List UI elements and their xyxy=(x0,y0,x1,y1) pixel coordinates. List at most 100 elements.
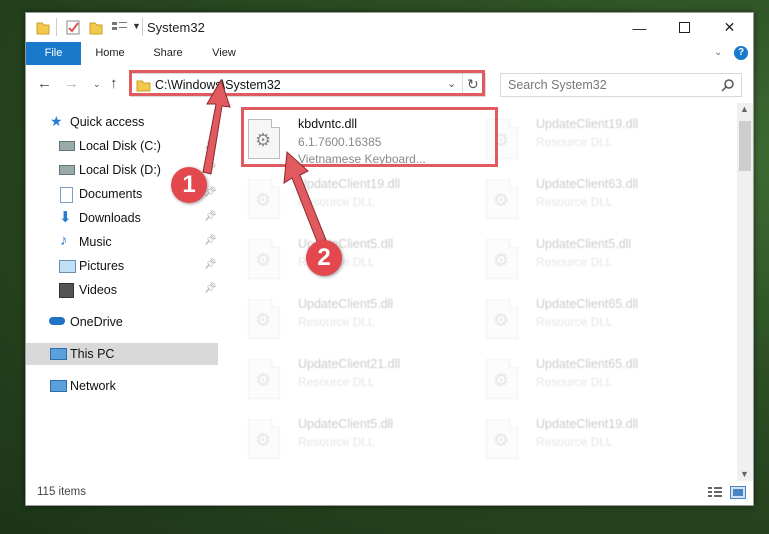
file-type: Resource DLL xyxy=(298,375,375,389)
dll-file-icon: ⚙ xyxy=(486,299,518,339)
file-tile[interactable]: ⚙ UpdateClient5.dll Resource DLL xyxy=(228,291,458,347)
search-placeholder[interactable]: Search System32 xyxy=(508,78,607,92)
scrollbar-thumb[interactable] xyxy=(739,121,751,171)
file-tile[interactable]: ⚙ UpdateClient19.dll Resource DLL xyxy=(466,411,696,467)
tab-home[interactable]: Home xyxy=(88,42,132,65)
maximize-button[interactable] xyxy=(662,13,707,42)
file-tile[interactable]: ⚙ UpdateClient5.dll Resource DLL xyxy=(466,231,696,287)
vertical-scrollbar[interactable]: ▲ ▼ xyxy=(737,103,753,481)
step-1-badge: 1 xyxy=(171,167,207,203)
file-type: Resource DLL xyxy=(536,375,613,389)
onedrive-icon xyxy=(49,317,65,325)
videos-icon xyxy=(59,283,74,298)
nav-item-label: OneDrive xyxy=(70,315,123,329)
pictures-icon xyxy=(59,260,76,273)
gear-icon: ⚙ xyxy=(255,190,272,210)
forward-icon[interactable]: → xyxy=(64,75,79,92)
nav-item-quick-access[interactable]: ★ Quick access xyxy=(26,111,218,133)
search-box[interactable]: Search System32 xyxy=(500,73,742,97)
step-2-badge: 2 xyxy=(306,240,342,276)
file-tile[interactable]: ⚙ UpdateClient5.dll Resource DLL xyxy=(228,411,458,467)
drive-icon xyxy=(59,165,75,175)
music-icon: ♪ xyxy=(60,232,68,249)
gear-icon: ⚙ xyxy=(493,310,510,330)
file-type: Resource DLL xyxy=(298,195,375,209)
dll-file-icon: ⚙ xyxy=(486,359,518,399)
up-icon[interactable]: ↑ xyxy=(110,75,118,92)
search-icon xyxy=(721,79,734,92)
nav-item-downloads[interactable]: ⬇ Downloads 📌︎ xyxy=(26,207,218,229)
file-type: Resource DLL xyxy=(298,315,375,329)
nav-item-label: This PC xyxy=(70,347,115,361)
nav-item-network[interactable]: Network xyxy=(26,375,218,397)
large-icons-view-icon[interactable] xyxy=(730,486,746,499)
file-type: Resource DLL xyxy=(536,135,613,149)
dll-file-icon: ⚙ xyxy=(486,179,518,219)
pc-icon xyxy=(50,348,67,360)
qa-dropdown-icon[interactable]: ▼ xyxy=(132,21,141,31)
nav-item-label: Music xyxy=(79,235,112,249)
nav-item-label: Local Disk (C:) xyxy=(79,139,161,153)
nav-item-onedrive[interactable]: OneDrive xyxy=(26,311,218,333)
file-name: UpdateClient5.dll xyxy=(298,297,394,311)
file-tile[interactable]: ⚙ UpdateClient65.dll Resource DLL xyxy=(466,351,696,407)
file-tile[interactable]: ⚙ UpdateClient19.dll Resource DLL xyxy=(466,111,696,167)
nav-item-label: Videos xyxy=(79,283,117,297)
dll-file-icon: ⚙ xyxy=(248,359,280,399)
dll-file-icon: ⚙ xyxy=(248,299,280,339)
drive-icon xyxy=(59,141,75,151)
file-name: UpdateClient19.dll xyxy=(536,117,639,131)
file-tile[interactable]: ⚙ UpdateClient63.dll Resource DLL xyxy=(466,171,696,227)
dll-file-icon: ⚙ xyxy=(248,239,280,279)
file-tile[interactable]: ⚙ UpdateClient19.dll Resource DLL xyxy=(228,171,458,227)
nav-item-label: Quick access xyxy=(70,115,145,129)
gear-icon: ⚙ xyxy=(255,250,272,270)
expand-ribbon-icon[interactable]: ⌄ xyxy=(714,47,722,58)
nav-item-music[interactable]: ♪ Music 📌︎ xyxy=(26,231,218,253)
close-icon: ✕ xyxy=(723,19,736,35)
file-tile[interactable]: ⚙ UpdateClient65.dll Resource DLL xyxy=(466,291,696,347)
help-icon[interactable]: ? xyxy=(734,46,748,60)
minimize-button[interactable]: — xyxy=(617,13,662,42)
file-name: UpdateClient63.dll xyxy=(536,177,639,191)
recent-locations-icon[interactable]: ⌄ xyxy=(93,79,101,90)
new-folder-icon[interactable] xyxy=(89,19,103,35)
dll-file-icon: ⚙ xyxy=(486,419,518,459)
nav-item-this-pc[interactable]: This PC xyxy=(26,343,218,365)
file-name: UpdateClient21.dll xyxy=(298,357,401,371)
properties-icon[interactable] xyxy=(66,19,80,35)
back-icon[interactable]: ← xyxy=(37,75,52,92)
folder-icon xyxy=(36,22,50,35)
file-tile[interactable]: ⚙ UpdateClient21.dll Resource DLL xyxy=(228,351,458,407)
nav-item-label: Downloads xyxy=(79,211,141,225)
nav-item-pictures[interactable]: Pictures 📌︎ xyxy=(26,255,218,277)
file-name: UpdateClient19.dll xyxy=(298,177,401,191)
scroll-down-icon[interactable]: ▼ xyxy=(740,469,749,479)
nav-item-local-disk-c[interactable]: Local Disk (C:) 📌︎ xyxy=(26,135,218,157)
pin-icon: 📌︎ xyxy=(204,211,217,222)
window-title: System32 xyxy=(147,20,205,35)
close-button[interactable]: ✕ xyxy=(707,13,752,42)
nav-item-videos[interactable]: Videos 📌︎ xyxy=(26,279,218,301)
file-type: Resource DLL xyxy=(298,435,375,449)
details-view-icon[interactable] xyxy=(707,486,723,499)
tab-share[interactable]: Share xyxy=(146,42,190,65)
file-type: Resource DLL xyxy=(536,255,613,269)
gear-icon: ⚙ xyxy=(255,370,272,390)
file-name: UpdateClient65.dll xyxy=(536,357,639,371)
file-type: Resource DLL xyxy=(536,315,613,329)
scroll-up-icon[interactable]: ▲ xyxy=(740,104,749,114)
address-bar-highlight xyxy=(129,70,485,96)
file-name: UpdateClient65.dll xyxy=(536,297,639,311)
gear-icon: ⚙ xyxy=(493,190,510,210)
tab-view[interactable]: View xyxy=(204,42,244,65)
tab-file[interactable]: File xyxy=(26,42,81,65)
customize-icon[interactable] xyxy=(111,19,129,35)
title-bar: ▼ System32 — ✕ xyxy=(26,13,753,42)
file-type: Resource DLL xyxy=(536,435,613,449)
file-name: UpdateClient5.dll xyxy=(536,237,632,251)
item-count: 115 items xyxy=(37,486,87,498)
file-tile[interactable]: ⚙ UpdateClient5.dll Resource DLL xyxy=(228,231,458,287)
file-highlight xyxy=(241,107,498,167)
gear-icon: ⚙ xyxy=(255,430,272,450)
